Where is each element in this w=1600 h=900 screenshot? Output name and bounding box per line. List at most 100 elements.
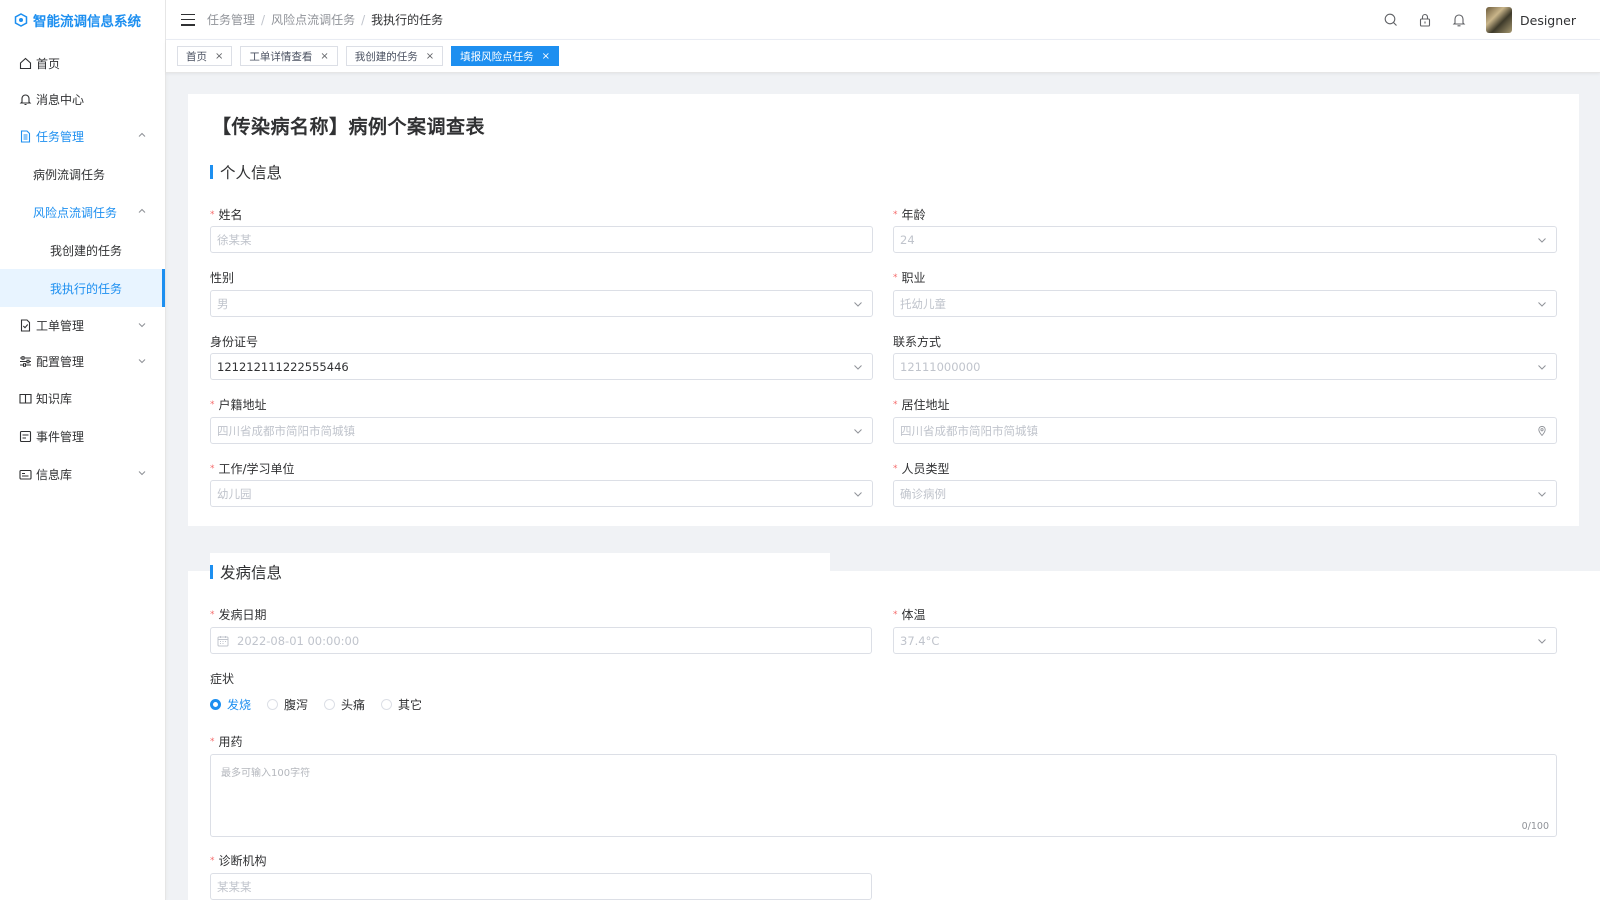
sidebar-item-case-tasks[interactable]: 病例流调任务 bbox=[0, 155, 165, 193]
chevron-up-icon bbox=[137, 130, 147, 140]
residence-address-input[interactable]: 四川省成都市简阳市简城镇 bbox=[893, 417, 1557, 444]
radio-dot[interactable] bbox=[324, 699, 336, 710]
close-icon[interactable]: × bbox=[426, 51, 434, 62]
radio-fever[interactable]: 发烧 bbox=[210, 696, 251, 713]
avatar[interactable] bbox=[1486, 7, 1512, 33]
onset-card-header-bg bbox=[210, 553, 830, 573]
label-text: 年龄 bbox=[901, 208, 926, 222]
sidebar-item-executed-tasks[interactable]: 我执行的任务 bbox=[0, 269, 165, 307]
tab-fill-risk-task[interactable]: 填报风险点任务 × bbox=[451, 46, 560, 66]
chevron-down-icon bbox=[853, 426, 863, 436]
select-value: 确诊病例 bbox=[900, 486, 946, 501]
medication-label: * 用药 bbox=[210, 733, 243, 750]
tab-home[interactable]: 首页 × bbox=[177, 46, 233, 66]
sidebar-item-label: 配置管理 bbox=[36, 354, 85, 369]
sidebar-item-label: 信息库 bbox=[36, 467, 73, 482]
sidebar-item-events[interactable]: 事件管理 bbox=[0, 417, 165, 455]
breadcrumb-item[interactable]: 风险点流调任务 bbox=[271, 11, 355, 28]
search-icon[interactable] bbox=[1383, 12, 1399, 28]
label-text: 发病日期 bbox=[218, 608, 267, 622]
household-address-label: * 户籍地址 bbox=[210, 396, 267, 413]
select-value: 幼儿园 bbox=[217, 486, 252, 501]
chevron-up-icon bbox=[137, 206, 147, 216]
radio-dot[interactable] bbox=[267, 699, 279, 710]
radio-dot[interactable] bbox=[381, 699, 393, 710]
id-card-icon bbox=[18, 467, 32, 481]
tab-label: 工单详情查看 bbox=[249, 50, 313, 63]
close-icon[interactable]: × bbox=[542, 51, 550, 62]
temperature-label: * 体温 bbox=[893, 606, 926, 623]
sidebar-item-risk-tasks[interactable]: 风险点流调任务 bbox=[0, 193, 165, 231]
section-onset-info: 发病信息 bbox=[210, 561, 282, 583]
diagnosis-org-input[interactable]: 某某某 bbox=[210, 873, 872, 900]
top-header: 任务管理 / 风险点流调任务 / 我执行的任务 Designer bbox=[166, 0, 1600, 40]
chevron-down-icon bbox=[853, 299, 863, 309]
breadcrumb-current: 我执行的任务 bbox=[371, 13, 444, 27]
onset-date-picker[interactable]: 2022-08-01 00:00:00 bbox=[210, 627, 872, 654]
sidebar-item-label: 我执行的任务 bbox=[50, 281, 123, 296]
app-brand[interactable]: 智能流调信息系统 bbox=[0, 0, 165, 40]
select-value: 托幼儿童 bbox=[900, 296, 946, 311]
radio-dot[interactable] bbox=[210, 699, 221, 710]
app-logo-icon bbox=[14, 13, 28, 27]
radio-label: 腹泻 bbox=[284, 698, 309, 712]
sidebar-item-messages[interactable]: 消息中心 bbox=[0, 81, 165, 117]
input-value: 四川省成都市简阳市简城镇 bbox=[900, 423, 1038, 438]
select-value: 24 bbox=[900, 232, 915, 247]
lock-icon[interactable] bbox=[1417, 12, 1433, 28]
work-unit-select[interactable]: 幼儿园 bbox=[210, 480, 873, 507]
tab-created-tasks[interactable]: 我创建的任务 × bbox=[345, 46, 444, 66]
sidebar-item-task-management[interactable]: 任务管理 bbox=[0, 117, 165, 155]
occupation-select[interactable]: 托幼儿童 bbox=[893, 290, 1557, 317]
input-placeholder: 某某某 bbox=[217, 879, 252, 894]
close-icon[interactable]: × bbox=[215, 51, 223, 62]
home-icon bbox=[18, 56, 32, 70]
radio-other[interactable]: 其它 bbox=[381, 696, 422, 713]
gender-select[interactable]: 男 bbox=[210, 290, 873, 317]
location-pin-icon[interactable] bbox=[1537, 426, 1547, 436]
app-title: 智能流调信息系统 bbox=[33, 14, 141, 30]
sidebar-item-knowledge[interactable]: 知识库 bbox=[0, 379, 165, 417]
breadcrumb-separator: / bbox=[361, 12, 366, 27]
medication-textarea[interactable]: 最多可输入100字符 0/100 bbox=[210, 754, 1557, 837]
username[interactable]: Designer bbox=[1520, 13, 1576, 28]
age-select[interactable]: 24 bbox=[893, 226, 1557, 253]
required-mark: * bbox=[210, 856, 215, 866]
label-text: 诊断机构 bbox=[218, 854, 267, 868]
sidebar-item-created-tasks[interactable]: 我创建的任务 bbox=[0, 231, 165, 269]
tab-work-order-detail[interactable]: 工单详情查看 × bbox=[240, 46, 338, 66]
menu-toggle-icon[interactable] bbox=[181, 13, 195, 26]
select-value: 四川省成都市简阳市简城镇 bbox=[217, 423, 355, 438]
id-number-select[interactable]: 121212111222555446 bbox=[210, 353, 873, 380]
section-title: 个人信息 bbox=[220, 164, 283, 182]
sidebar-item-label: 病例流调任务 bbox=[33, 167, 106, 182]
notification-bell-icon[interactable] bbox=[1451, 12, 1467, 28]
breadcrumb-item[interactable]: 任务管理 bbox=[207, 11, 255, 28]
tab-bar: 首页 × 工单详情查看 × 我创建的任务 × 填报风险点任务 × bbox=[166, 40, 1600, 73]
contact-select[interactable]: 12111000000 bbox=[893, 353, 1557, 380]
select-value: 12111000000 bbox=[900, 359, 981, 374]
close-icon[interactable]: × bbox=[320, 51, 328, 62]
section-bar bbox=[210, 165, 213, 179]
household-address-select[interactable]: 四川省成都市简阳市简城镇 bbox=[210, 417, 873, 444]
temperature-select[interactable]: 37.4°C bbox=[893, 627, 1557, 654]
chevron-down-icon bbox=[1537, 235, 1547, 245]
radio-headache[interactable]: 头痛 bbox=[324, 696, 365, 713]
person-type-select[interactable]: 确诊病例 bbox=[893, 480, 1557, 507]
label-text: 体温 bbox=[901, 608, 926, 622]
sliders-icon bbox=[18, 354, 32, 368]
required-mark: * bbox=[893, 210, 898, 220]
chevron-down-icon bbox=[1537, 362, 1547, 372]
radio-diarrhea[interactable]: 腹泻 bbox=[267, 696, 308, 713]
sidebar-item-label: 事件管理 bbox=[36, 429, 85, 444]
sidebar-item-work-orders[interactable]: 工单管理 bbox=[0, 307, 165, 343]
required-mark: * bbox=[210, 464, 215, 474]
name-input[interactable]: 徐某某 bbox=[210, 226, 873, 253]
sidebar-item-home[interactable]: 首页 bbox=[0, 45, 165, 81]
label-text: 工作/学习单位 bbox=[218, 462, 295, 476]
sidebar-item-info-library[interactable]: 信息库 bbox=[0, 455, 165, 493]
sidebar-item-config[interactable]: 配置管理 bbox=[0, 343, 165, 379]
required-mark: * bbox=[210, 210, 215, 220]
contact-label: 联系方式 bbox=[893, 335, 942, 349]
chevron-down-icon bbox=[1537, 636, 1547, 646]
